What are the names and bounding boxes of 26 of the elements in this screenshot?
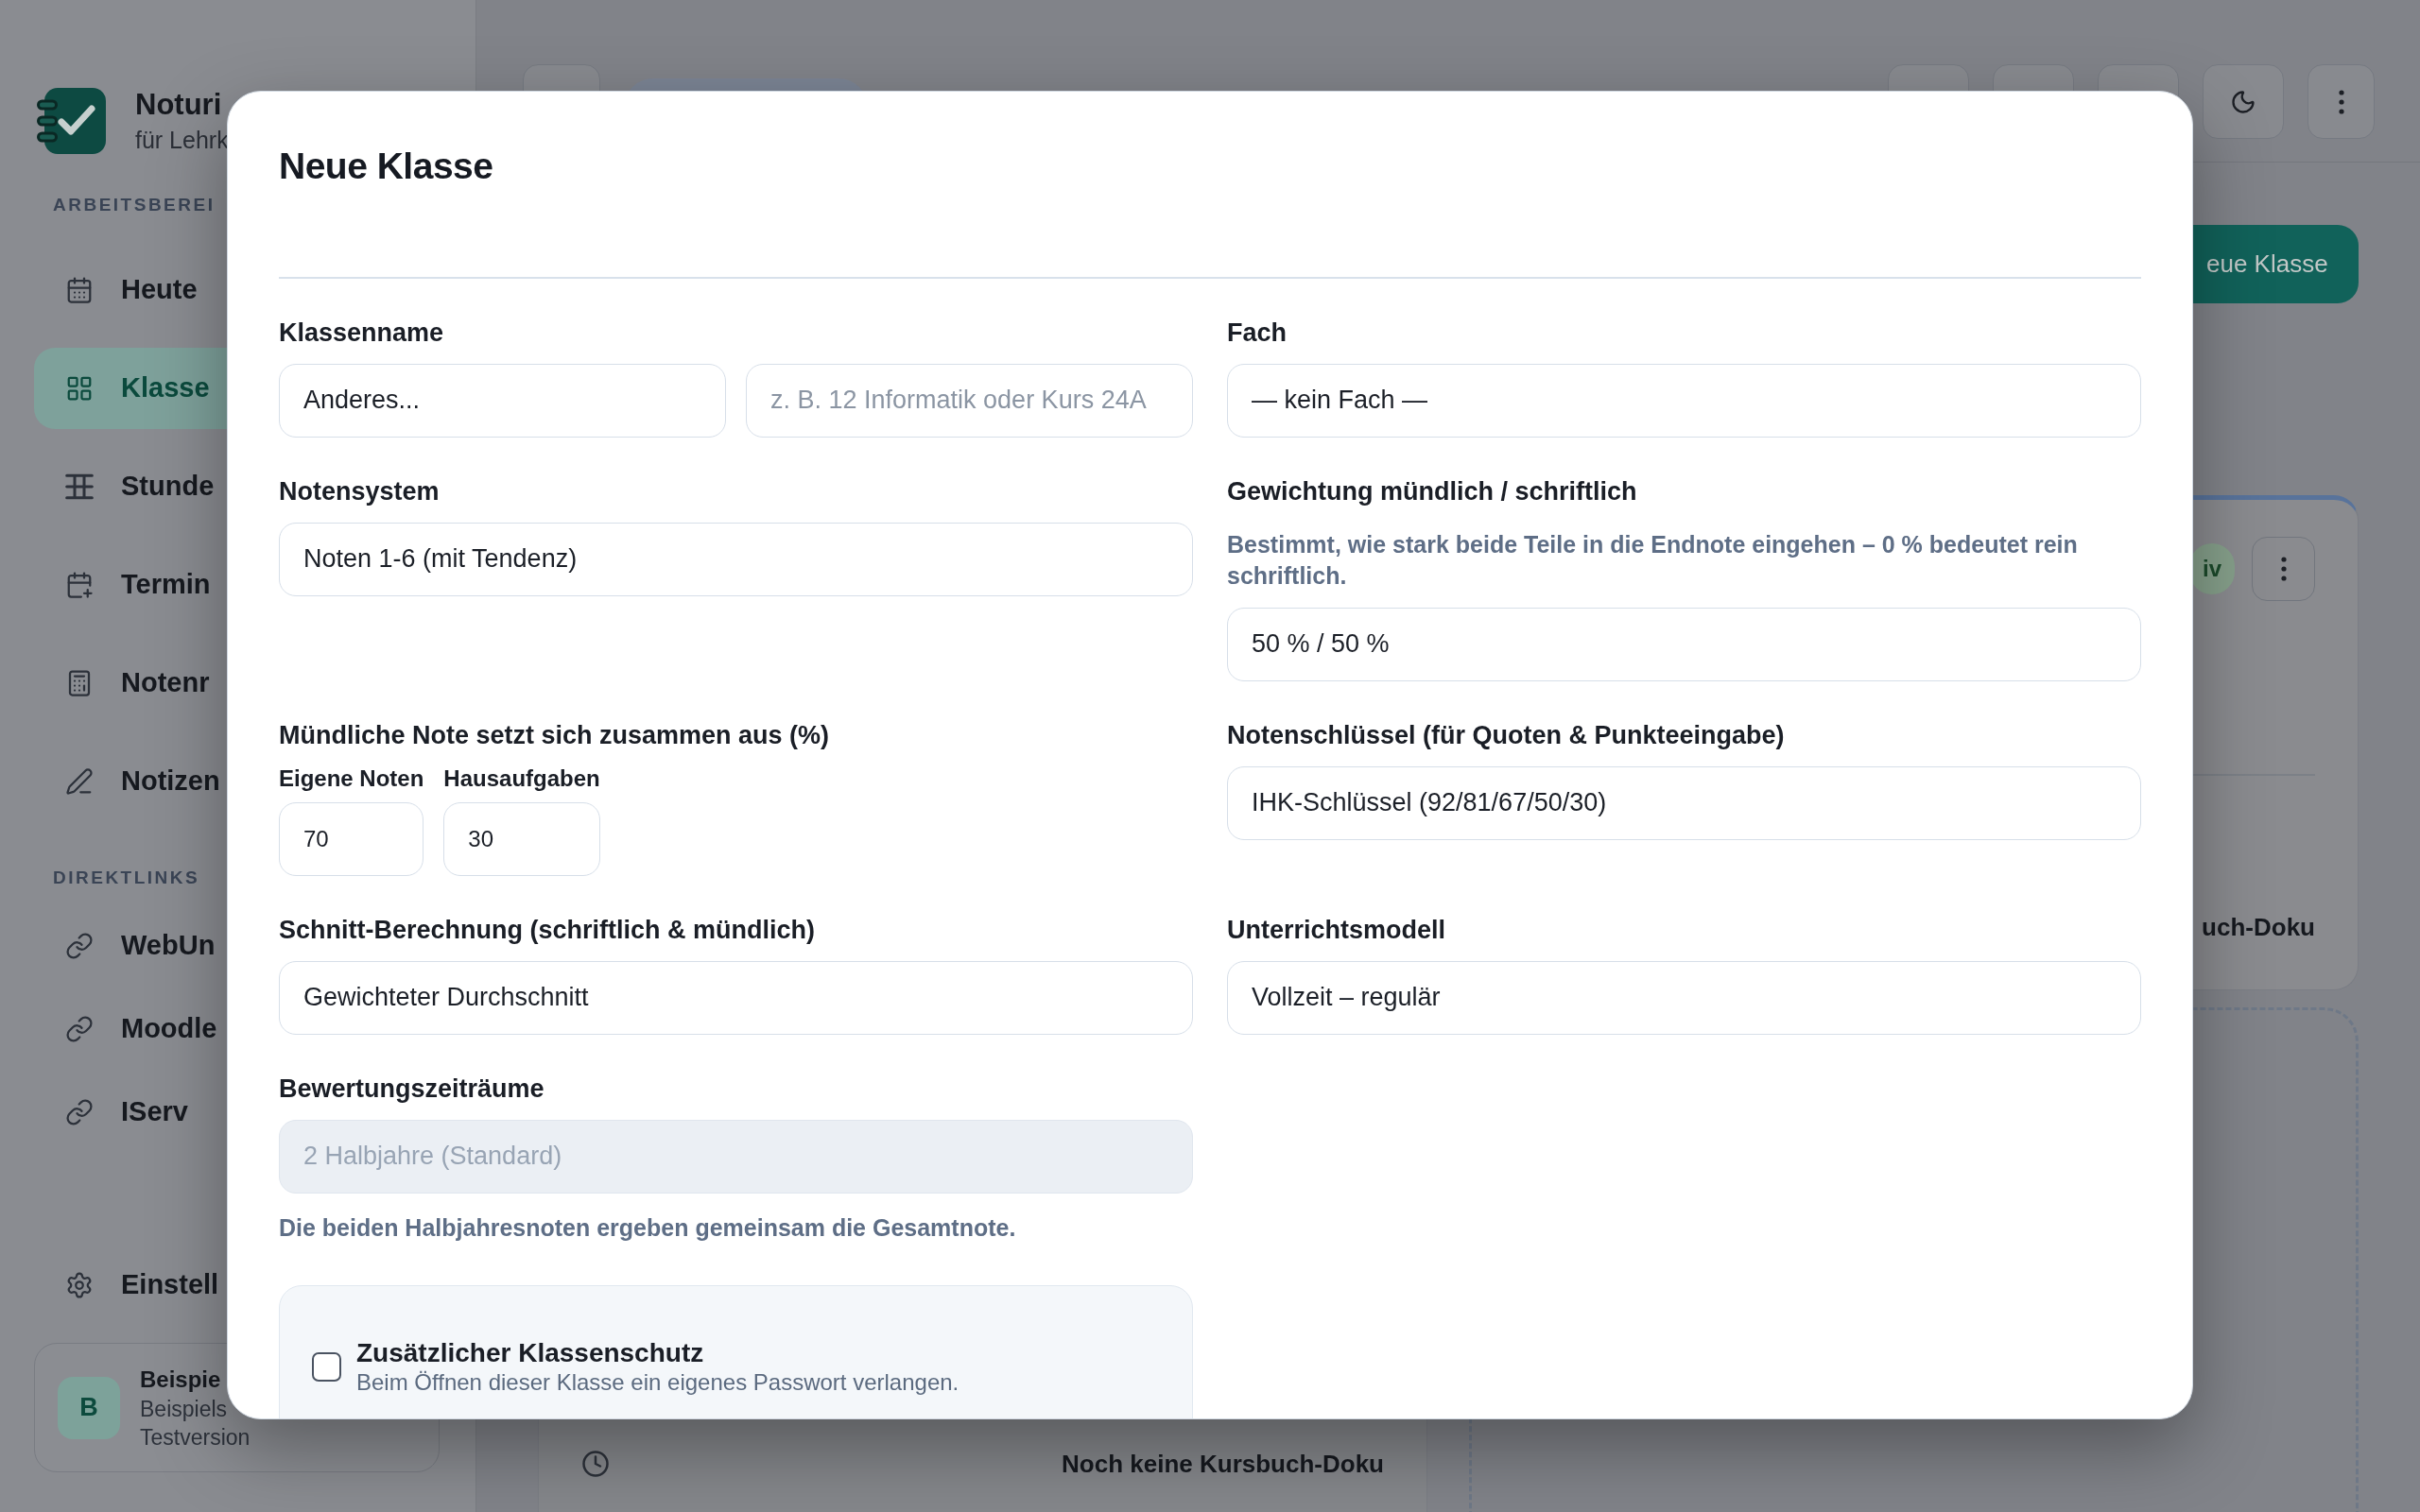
field-label: Notenschlüssel (für Quoten & Punkteeingabe)	[1227, 720, 1785, 749]
sub-label: Eigene Noten	[279, 765, 424, 791]
field-label: Fach	[1227, 318, 1288, 347]
app-name: Noturi	[135, 88, 222, 122]
account-detail: Beispiels	[140, 1395, 228, 1423]
hint-text: Bestimmt, wie stark beide Teile in die Endnote eingehen – 0 % bedeutet rein schriftlich.	[1227, 529, 2079, 591]
note-text: Die beiden Halbjahresnoten ergeben gemeinsam die Gesamtnote.	[279, 1212, 1016, 1242]
section-heading: ARBEITSBEREI	[53, 195, 216, 215]
modal-title: Neue Klasse	[279, 145, 493, 188]
field-label: Bewertungszeiträume	[279, 1074, 544, 1103]
field-label: Schnitt-Berechnung (schriftlich & mündlich)	[279, 915, 815, 944]
field-label: Mündliche Note setzt sich zusammen aus (%)	[279, 720, 830, 749]
field-label: Klassenname	[279, 318, 444, 347]
section-heading: DIREKTLINKS	[53, 868, 200, 888]
checkbox-description: Beim Öffnen dieser Klasse ein eigenes Passwort verlangen.	[356, 1367, 959, 1397]
account-plan: Testversion	[140, 1423, 251, 1452]
app-subtitle: für Lehrk	[135, 126, 229, 154]
account-name: Beispie	[140, 1365, 221, 1394]
card-status-text: Noch keine Kursbuch-Doku	[1062, 1449, 1384, 1480]
field-label: Notensystem	[279, 476, 440, 506]
card-status-text: uch-Doku	[2202, 911, 2315, 943]
checkbox-title: Zusätzlicher Klassenschutz	[356, 1337, 704, 1368]
field-label: Gewichtung mündlich / schriftlich	[1227, 476, 1637, 506]
avatar: B	[58, 1376, 120, 1439]
field-label: Unterrichtsmodell	[1227, 915, 1446, 944]
sub-label: Hausaufgaben	[443, 765, 600, 791]
